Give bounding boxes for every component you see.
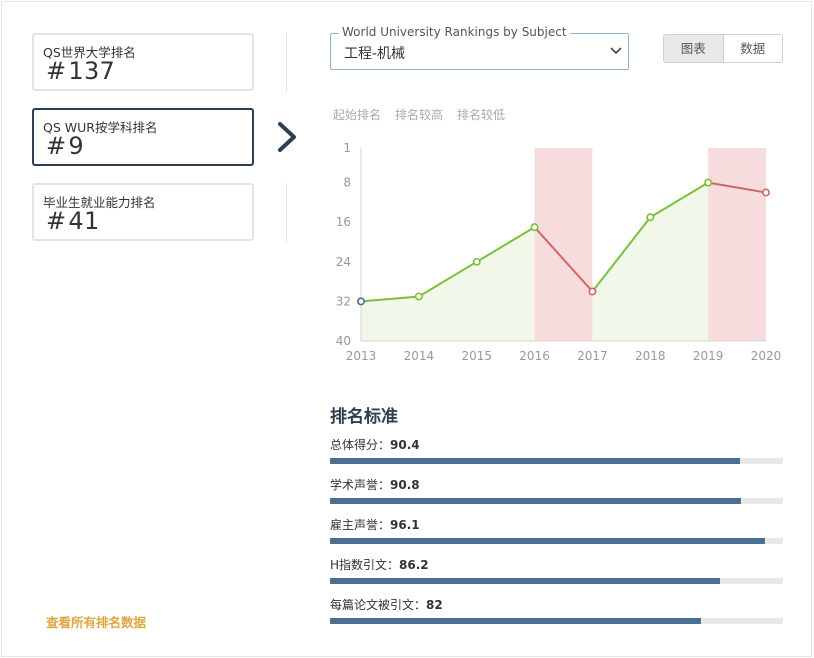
criterion-name: 学术声誉：: [330, 478, 391, 492]
view-all-rankings-link[interactable]: 查看所有排名数据: [46, 612, 146, 631]
criterion-bar-fill: [330, 618, 701, 624]
criterion-score: 96.1: [390, 518, 420, 532]
criterion-bar-fill: [330, 538, 765, 544]
data-point: [530, 223, 539, 232]
criterion-label: 雇主声誉：96.1: [330, 516, 420, 533]
criterion-bar-track: [330, 618, 783, 624]
data-point: [761, 188, 770, 197]
area-higher: [361, 296, 419, 341]
criterion-score: 82: [426, 598, 443, 612]
area-higher: [418, 261, 477, 341]
data-point: [588, 287, 597, 296]
criterion-score: 90.8: [390, 478, 420, 492]
data-point: [704, 178, 713, 187]
criterion-name: 每篇论文被引文：: [330, 598, 427, 612]
criterion-bar-track: [330, 578, 783, 584]
ranking-chart: 1 8 16 24 32 40 2013 2014 2015 2016 2017 2018 2019 2…: [336, 141, 782, 363]
criterion-name: H指数引文：: [330, 558, 400, 572]
y-tick-label: 40: [336, 334, 351, 348]
data-point: [414, 292, 423, 301]
x-tick-label: 2019: [693, 349, 724, 363]
data-point: [472, 257, 481, 266]
area-higher: [650, 182, 709, 341]
criterion-label: 总体得分：90.4: [330, 436, 420, 453]
x-tick-label: 2016: [519, 349, 550, 363]
criterion-label: 每篇论文被引文：82: [330, 596, 443, 613]
criterion-name: 总体得分：: [330, 438, 391, 452]
criterion-bar-track: [330, 498, 783, 504]
criterion-name: 雇主声誉：: [330, 518, 391, 532]
criterion-label: 学术声誉：90.8: [330, 476, 420, 493]
area-lower: [708, 148, 766, 341]
criterion-bar-fill: [330, 458, 740, 464]
criterion-score: 86.2: [399, 558, 429, 572]
criterion-bar-track: [330, 538, 783, 544]
criterion-bar-fill: [330, 498, 741, 504]
criterion-score: 90.4: [390, 438, 420, 452]
criterion-bar-track: [330, 458, 783, 464]
data-point: [356, 297, 365, 306]
y-tick-label: 1: [343, 141, 351, 155]
y-tick-label: 32: [336, 294, 351, 308]
criterion-label: H指数引文：86.2: [330, 556, 429, 573]
x-tick-label: 2013: [346, 349, 377, 363]
y-tick-label: 16: [336, 215, 351, 229]
criteria-title: 排名标准: [330, 407, 398, 427]
x-tick-label: 2018: [635, 349, 666, 363]
x-tick-label: 2015: [461, 349, 492, 363]
area-lower: [534, 148, 593, 341]
x-tick-label: 2017: [577, 349, 608, 363]
y-tick-label: 24: [336, 255, 351, 269]
data-point: [646, 213, 655, 222]
x-tick-label: 2014: [404, 349, 435, 363]
x-tick-label: 2020: [751, 349, 782, 363]
y-tick-label: 8: [343, 176, 351, 190]
criterion-bar-fill: [330, 578, 720, 584]
